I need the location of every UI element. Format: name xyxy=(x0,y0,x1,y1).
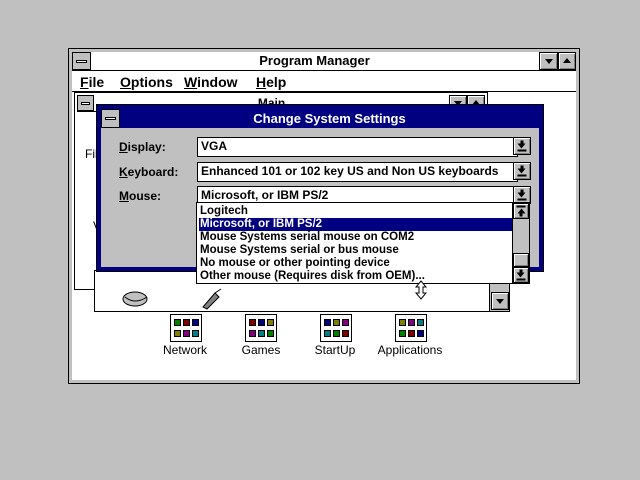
control-menu-icon xyxy=(76,60,87,63)
mouse-option[interactable]: Mouse Systems serial or bus mouse xyxy=(199,244,512,257)
menu-options[interactable]: Options xyxy=(120,72,173,92)
main-control-menu-icon xyxy=(81,102,90,105)
keyboard-label-mnemonic: K xyxy=(119,165,128,179)
mouse-label: Mouse: xyxy=(119,189,161,203)
group-mini-program-icon xyxy=(408,330,415,337)
menu-file[interactable]: File xyxy=(80,72,104,92)
group-mini-program-icon xyxy=(267,319,274,326)
partial-pen-icon xyxy=(202,288,222,310)
games-group-icon[interactable] xyxy=(245,314,277,342)
group-mini-program-icon xyxy=(399,330,406,337)
group-mini-program-icon xyxy=(342,319,349,326)
minimize-button[interactable] xyxy=(539,52,558,70)
display-dropdown-button[interactable] xyxy=(513,137,531,155)
menu-window-rest: indow xyxy=(197,74,238,90)
menu-help[interactable]: Help xyxy=(256,72,286,92)
group-mini-program-icon xyxy=(192,330,199,337)
display-label-rest: isplay: xyxy=(127,140,166,154)
menu-options-mnemonic: O xyxy=(120,74,131,90)
mouse-label-rest: ouse: xyxy=(129,189,162,203)
dropdown-arrow-icon xyxy=(517,165,527,177)
display-label-mnemonic: D xyxy=(119,140,128,154)
mouse-option-selected[interactable]: Microsoft, or IBM PS/2 xyxy=(199,218,512,231)
group-mini-program-icon xyxy=(174,319,181,326)
network-group-icon[interactable] xyxy=(170,314,202,342)
dropdown-arrow-icon xyxy=(517,189,527,201)
display-select[interactable]: VGA xyxy=(197,137,518,157)
list-scroll-down-button[interactable] xyxy=(513,267,529,283)
keyboard-dropdown-button[interactable] xyxy=(513,162,531,180)
minimize-icon xyxy=(544,59,553,64)
group-mini-program-icon xyxy=(324,330,331,337)
dialog-title: Change System Settings xyxy=(253,111,406,126)
menu-help-mnemonic: H xyxy=(256,74,267,90)
menu-help-rest: elp xyxy=(266,74,287,90)
background-scroll-down-button[interactable] xyxy=(491,292,509,310)
group-mini-program-icon xyxy=(249,330,256,337)
display-label: Display: xyxy=(119,140,166,154)
main-control-menu-box[interactable] xyxy=(77,95,94,111)
scroll-down-icon xyxy=(516,269,526,281)
menu-file-mnemonic: F xyxy=(80,74,89,90)
list-scroll-thumb[interactable] xyxy=(513,253,529,267)
dialog-control-menu-box[interactable] xyxy=(101,109,120,128)
group-mini-program-icon xyxy=(183,330,190,337)
program-manager-title: Program Manager xyxy=(259,53,370,68)
keyboard-label-rest: eyboard: xyxy=(127,165,179,179)
resize-cursor-icon xyxy=(414,280,428,300)
menu-window-mnemonic: W xyxy=(184,74,198,90)
group-mini-program-icon xyxy=(333,319,340,326)
mouse-label-mnemonic: M xyxy=(119,189,129,203)
list-scroll-up-button[interactable] xyxy=(513,203,529,219)
group-mini-program-icon xyxy=(267,330,274,337)
dropdown-arrow-icon xyxy=(517,140,527,152)
program-manager-title-bar[interactable]: Program Manager xyxy=(72,52,576,71)
maximize-button[interactable] xyxy=(558,52,576,70)
control-menu-box[interactable] xyxy=(72,52,91,70)
group-mini-program-icon xyxy=(417,319,424,326)
keyboard-label: Keyboard: xyxy=(119,165,178,179)
group-mini-program-icon xyxy=(183,319,190,326)
mouse-list-scrollbar[interactable] xyxy=(512,203,529,283)
applications-group-label[interactable]: Applications xyxy=(365,343,455,357)
group-mini-program-icon xyxy=(408,319,415,326)
group-mini-program-icon xyxy=(174,330,181,337)
menu-file-rest: ile xyxy=(88,74,105,90)
partial-mouse-icon xyxy=(122,291,148,307)
group-mini-program-icon xyxy=(258,330,265,337)
scroll-up-icon xyxy=(516,205,526,217)
group-mini-program-icon xyxy=(249,319,256,326)
menu-bar: File Options Window Help xyxy=(72,72,576,92)
group-mini-program-icon xyxy=(417,330,424,337)
mouse-option[interactable]: Logitech xyxy=(199,205,512,218)
applications-group-icon[interactable] xyxy=(395,314,427,342)
group-mini-program-icon xyxy=(258,319,265,326)
group-mini-program-icon xyxy=(342,330,349,337)
dialog-title-bar[interactable]: Change System Settings xyxy=(101,109,539,128)
keyboard-select[interactable]: Enhanced 101 or 102 key US and Non US ke… xyxy=(197,162,518,182)
mouse-dropdown-list[interactable]: Logitech Microsoft, or IBM PS/2 Mouse Sy… xyxy=(196,202,530,284)
scroll-down-icon xyxy=(496,299,504,304)
dialog-control-menu-icon xyxy=(105,117,116,120)
group-mini-program-icon xyxy=(399,319,406,326)
mouse-option[interactable]: Mouse Systems serial mouse on COM2 xyxy=(199,231,512,244)
maximize-icon xyxy=(563,58,571,63)
menu-window[interactable]: Window xyxy=(184,72,238,92)
group-mini-program-icon xyxy=(333,330,340,337)
startup-group-icon[interactable] xyxy=(320,314,352,342)
menu-options-rest: ptions xyxy=(130,74,173,90)
group-mini-program-icon xyxy=(324,319,331,326)
mouse-option[interactable]: No mouse or other pointing device xyxy=(199,257,512,270)
mouse-option[interactable]: Other mouse (Requires disk from OEM)... xyxy=(199,270,512,283)
group-mini-program-icon xyxy=(192,319,199,326)
